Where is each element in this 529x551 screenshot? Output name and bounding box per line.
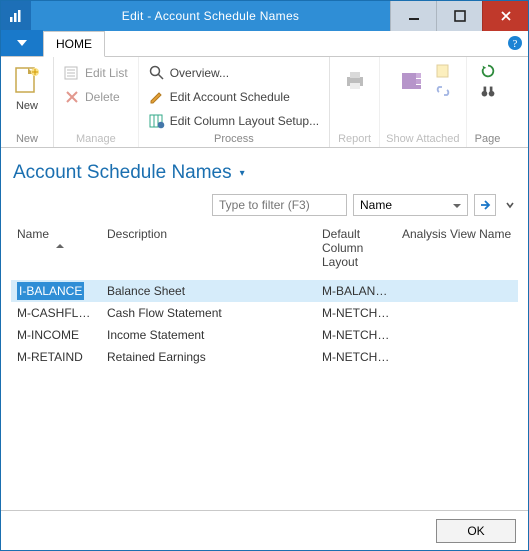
cell-layout: M-NETCHA... xyxy=(316,302,396,324)
edit-schedule-icon xyxy=(149,89,165,105)
notes-icon xyxy=(435,63,451,79)
print-button[interactable] xyxy=(338,61,372,101)
cell-analysis xyxy=(396,309,518,317)
grid-body: I-BALANCEBalance SheetM-BALANCEM-CASHFLO… xyxy=(11,280,518,368)
sort-indicator-icon xyxy=(56,240,64,248)
footer: OK xyxy=(1,510,528,550)
delete-icon xyxy=(64,89,80,105)
cell-layout: M-NETCHA... xyxy=(316,346,396,368)
filter-field-select[interactable]: Name xyxy=(353,194,468,216)
edit-column-button[interactable]: Edit Column Layout Setup... xyxy=(145,111,323,131)
col-header-layout[interactable]: Default Column Layout xyxy=(316,224,396,273)
delete-label: Delete xyxy=(85,90,120,104)
group-new: New New xyxy=(1,57,54,147)
heading-text: Account Schedule Names xyxy=(13,162,232,184)
close-button[interactable] xyxy=(482,1,528,31)
refresh-button[interactable] xyxy=(480,63,496,79)
links-button[interactable] xyxy=(435,83,451,99)
cell-name: M-INCOME xyxy=(11,324,101,346)
ribbon-tab-strip: HOME ? xyxy=(1,31,528,57)
cell-analysis xyxy=(396,331,518,339)
cell-name: M-RETAIND xyxy=(11,346,101,368)
tab-home[interactable]: HOME xyxy=(43,31,105,57)
filter-input[interactable] xyxy=(212,194,347,216)
cell-layout: M-NETCHA... xyxy=(316,324,396,346)
content-area: Account Schedule Names ▾ Name Name Descr… xyxy=(1,148,528,510)
filter-field-value: Name xyxy=(360,198,392,212)
overview-button[interactable]: Overview... xyxy=(145,63,323,83)
onenote-icon xyxy=(396,65,428,97)
group-label-attached: Show Attached xyxy=(386,133,459,145)
title-bar: Edit - Account Schedule Names xyxy=(1,1,528,31)
cell-description: Cash Flow Statement xyxy=(101,302,316,324)
app-icon xyxy=(1,1,31,31)
ribbon: New New Edit List xyxy=(1,57,528,148)
new-label: New xyxy=(16,100,38,112)
file-tab[interactable] xyxy=(1,30,43,56)
group-manage: Edit List Delete Manage xyxy=(54,57,139,147)
maximize-button[interactable] xyxy=(436,1,482,31)
cell-description: Balance Sheet xyxy=(101,280,316,302)
edit-list-label: Edit List xyxy=(85,66,128,80)
col-header-name[interactable]: Name xyxy=(11,224,101,246)
table-row[interactable]: M-RETAINDRetained EarningsM-NETCHA... xyxy=(11,346,518,368)
group-label-process: Process xyxy=(214,133,254,145)
group-label-manage: Manage xyxy=(76,133,116,145)
group-page: Page xyxy=(467,57,509,147)
new-icon xyxy=(11,65,43,97)
links-icon xyxy=(435,83,451,99)
grid-header: Name Description Default Column Layout A… xyxy=(11,224,518,274)
cell-name: I-BALANCE xyxy=(11,278,101,304)
overview-icon xyxy=(149,65,165,81)
cell-description: Income Statement xyxy=(101,324,316,346)
group-attached: Show Attached xyxy=(380,57,466,147)
onenote-button[interactable] xyxy=(395,61,429,101)
group-label-report: Report xyxy=(338,133,371,145)
cell-analysis xyxy=(396,287,518,295)
overview-label: Overview... xyxy=(170,66,229,80)
filter-go-button[interactable] xyxy=(474,194,496,216)
cell-description: Retained Earnings xyxy=(101,346,316,368)
edit-column-icon xyxy=(149,113,165,129)
col-header-analysis[interactable]: Analysis View Name xyxy=(396,224,518,246)
printer-icon xyxy=(339,65,371,97)
data-grid: Name Description Default Column Layout A… xyxy=(11,224,518,510)
cell-layout: M-BALANCE xyxy=(316,280,396,302)
app-window: Edit - Account Schedule Names HOME ? xyxy=(0,0,529,551)
group-report: Report xyxy=(330,57,380,147)
refresh-icon xyxy=(480,63,496,79)
col-header-description[interactable]: Description xyxy=(101,224,316,246)
edit-column-label: Edit Column Layout Setup... xyxy=(170,114,319,128)
group-label-page: Page xyxy=(475,133,501,145)
svg-text:?: ? xyxy=(513,38,518,50)
notes-button[interactable] xyxy=(435,63,451,79)
table-row[interactable]: I-BALANCEBalance SheetM-BALANCE xyxy=(11,280,518,302)
group-label-new: New xyxy=(16,133,38,145)
edit-list-button[interactable]: Edit List xyxy=(60,63,132,83)
group-process: Overview... Edit Account Schedule Edit C… xyxy=(139,57,330,147)
table-row[interactable]: M-CASHFLO...Cash Flow StatementM-NETCHA.… xyxy=(11,302,518,324)
new-button[interactable]: New xyxy=(7,61,47,116)
binoculars-icon xyxy=(480,83,496,99)
cell-name: M-CASHFLO... xyxy=(11,302,101,324)
edit-schedule-button[interactable]: Edit Account Schedule xyxy=(145,87,323,107)
delete-button[interactable]: Delete xyxy=(60,87,132,107)
filter-row: Name xyxy=(11,194,518,216)
filter-expand-icon[interactable] xyxy=(502,194,518,216)
ok-button[interactable]: OK xyxy=(436,519,516,543)
minimize-button[interactable] xyxy=(390,1,436,31)
find-button[interactable] xyxy=(480,83,496,99)
edit-list-icon xyxy=(64,65,80,81)
table-row[interactable]: M-INCOMEIncome StatementM-NETCHA... xyxy=(11,324,518,346)
heading-dropdown-icon: ▾ xyxy=(240,168,245,179)
help-icon[interactable]: ? xyxy=(502,30,528,56)
cell-analysis xyxy=(396,353,518,361)
window-title: Edit - Account Schedule Names xyxy=(31,9,390,23)
page-heading[interactable]: Account Schedule Names ▾ xyxy=(13,162,518,184)
edit-schedule-label: Edit Account Schedule xyxy=(170,90,290,104)
